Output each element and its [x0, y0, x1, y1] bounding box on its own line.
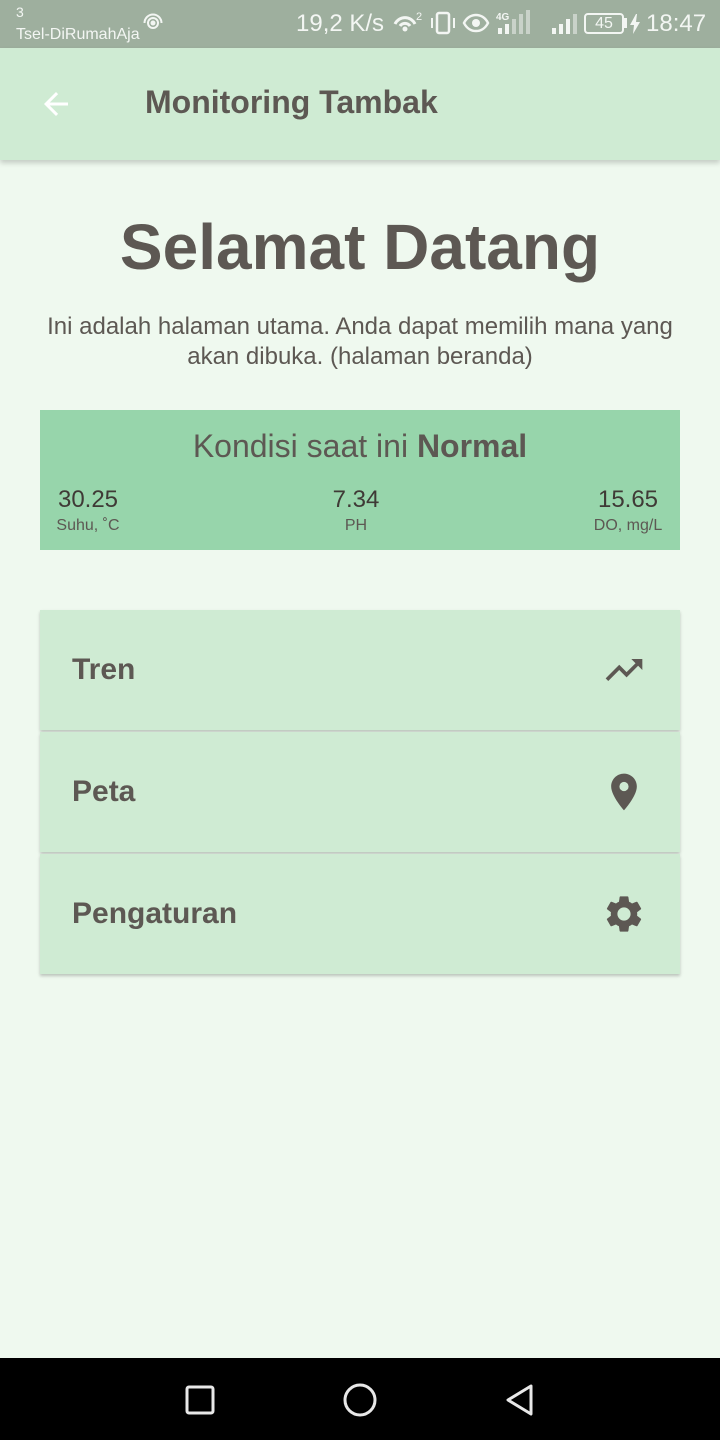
system-back-button[interactable]	[498, 1378, 542, 1422]
metric-temperature: 30.25 Suhu, ˚C	[56, 486, 120, 535]
menu-item-label: Pengaturan	[72, 897, 238, 930]
recent-apps-button[interactable]	[178, 1378, 222, 1422]
metric-label: PH	[344, 517, 368, 534]
home-icon	[343, 1383, 377, 1417]
wifi-calling-icon: 2	[392, 10, 424, 36]
metric-label: Suhu, ˚C	[56, 517, 120, 534]
arrow-back-icon	[44, 92, 68, 116]
welcome-title: Selamat Datang	[119, 211, 601, 283]
menu-item-label: Tren	[72, 653, 136, 686]
battery-icon: 45	[584, 13, 624, 34]
metric-value: 15.65	[597, 486, 659, 513]
app-title: Monitoring Tambak	[145, 84, 438, 120]
condition-title: Kondisi saat ini Normal	[40, 428, 680, 465]
metric-ph: 7.34 PH	[324, 486, 388, 535]
clock: 18:47	[646, 10, 707, 37]
recent-apps-icon	[185, 1385, 215, 1415]
signal-4g-icon: 4G	[496, 10, 536, 36]
app-bar: Monitoring Tambak	[0, 48, 720, 160]
metric-value: 7.34	[332, 486, 380, 513]
gear-icon	[600, 890, 648, 938]
carrier-name: Tsel-DiRumahAja	[16, 26, 140, 43]
network-speed: 19,2 K/s	[296, 10, 385, 37]
location-pin-icon	[600, 768, 648, 816]
condition-prefix: Kondisi saat ini	[192, 428, 409, 464]
menu-item-tren[interactable]: Tren	[40, 610, 680, 730]
battery-tip	[624, 18, 627, 28]
menu-item-peta[interactable]: Peta	[40, 732, 680, 852]
signal-icon	[550, 10, 580, 36]
status-bar: 3 Tsel-DiRumahAja 19,2 K/s 2 4G 45 18:47	[0, 0, 720, 48]
metric-value: 30.25	[57, 486, 119, 513]
condition-status: Normal	[416, 428, 528, 464]
home-button[interactable]	[338, 1378, 382, 1422]
menu-item-label: Peta	[72, 775, 136, 808]
eye-icon	[462, 10, 490, 36]
metric-do: 15.65 DO, mg/L	[592, 486, 664, 535]
condition-card: Kondisi saat ini Normal 30.25 Suhu, ˚C 7…	[40, 410, 680, 550]
trending-up-icon	[600, 646, 648, 694]
carrier-number: 3	[16, 4, 24, 20]
vibrate-icon	[430, 10, 456, 36]
system-nav-bar	[0, 1358, 720, 1440]
svg-text:2: 2	[416, 11, 422, 23]
welcome-description: Ini adalah halaman utama. Anda dapat mem…	[47, 313, 673, 370]
back-button[interactable]	[28, 80, 84, 128]
back-icon	[506, 1384, 533, 1416]
charging-icon	[629, 14, 641, 39]
hotspot-icon	[142, 12, 164, 34]
svg-text:4G: 4G	[496, 12, 510, 23]
metric-label: DO, mg/L	[593, 517, 663, 534]
menu-item-pengaturan[interactable]: Pengaturan	[40, 854, 680, 974]
